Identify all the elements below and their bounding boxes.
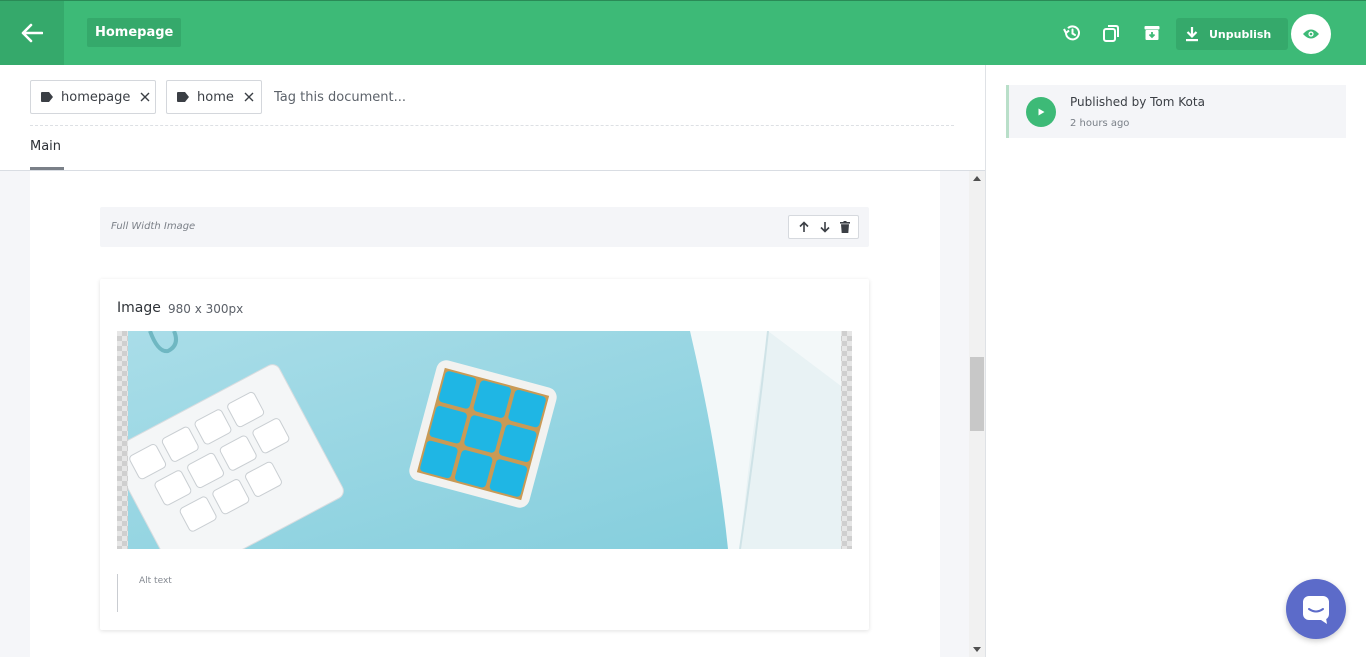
image-photo [128,331,841,549]
tab-main[interactable]: Main [30,139,64,170]
alt-text-field [117,574,852,612]
slice-controls [788,215,859,239]
tag-label: homepage [61,89,131,105]
activity-panel: Published by Tom Kota 2 hours ago [985,65,1366,657]
image-field: Image 980 x 300px [100,279,869,630]
unpublish-label: Unpublish [1209,27,1272,41]
activity-title: Published by Tom Kota [1070,95,1205,109]
duplicate-button[interactable] [1099,21,1123,45]
tag-chip[interactable]: home [166,80,262,114]
delete-icon[interactable] [839,221,850,233]
back-arrow-icon [21,23,43,43]
image-preview[interactable] [117,331,852,549]
slice-label: Full Width Image [111,221,196,232]
eye-icon [1303,29,1319,39]
remove-tag-icon[interactable] [140,92,150,102]
move-down-icon[interactable] [819,221,831,233]
history-icon [1063,25,1080,41]
editor-panel: homepage home Main Full Width Image Imag… [0,65,985,657]
top-bar: Homepage Unpublish [0,0,1366,65]
preview-button[interactable] [1291,14,1331,54]
scroll-thumb[interactable] [970,357,984,431]
chat-launcher-button[interactable] [1286,579,1346,639]
tag-input[interactable] [274,87,674,107]
tag-icon [41,92,53,102]
editor-header: homepage home Main [0,65,985,171]
tag-icon [177,92,189,102]
tag-chip[interactable]: homepage [30,80,156,114]
image-field-label: Image [117,300,161,316]
document-title[interactable]: Homepage [87,18,182,47]
back-button[interactable] [0,1,64,65]
tag-label: home [197,89,234,105]
slice-header: Full Width Image [100,207,869,247]
history-button[interactable] [1060,21,1084,45]
activity-item[interactable]: Published by Tom Kota 2 hours ago [1006,85,1346,138]
editor-scrollbar[interactable] [969,171,985,657]
move-up-icon[interactable] [798,221,810,233]
remove-tag-icon[interactable] [244,92,254,102]
alt-text-input[interactable] [139,576,739,586]
chat-icon [1303,596,1329,624]
download-icon [1186,27,1198,42]
published-status-icon [1026,97,1056,127]
archive-icon [1144,26,1160,40]
image-dimensions: 980 x 300px [168,302,244,316]
archive-button[interactable] [1140,21,1164,45]
slice-zone: Full Width Image Image 980 x 300px [30,171,940,657]
unpublish-button[interactable]: Unpublish [1176,18,1288,50]
scroll-down-arrow-icon[interactable] [969,643,985,657]
divider [30,125,954,126]
activity-timestamp: 2 hours ago [1070,118,1130,129]
scroll-up-arrow-icon[interactable] [969,171,985,185]
duplicate-icon [1103,25,1119,42]
